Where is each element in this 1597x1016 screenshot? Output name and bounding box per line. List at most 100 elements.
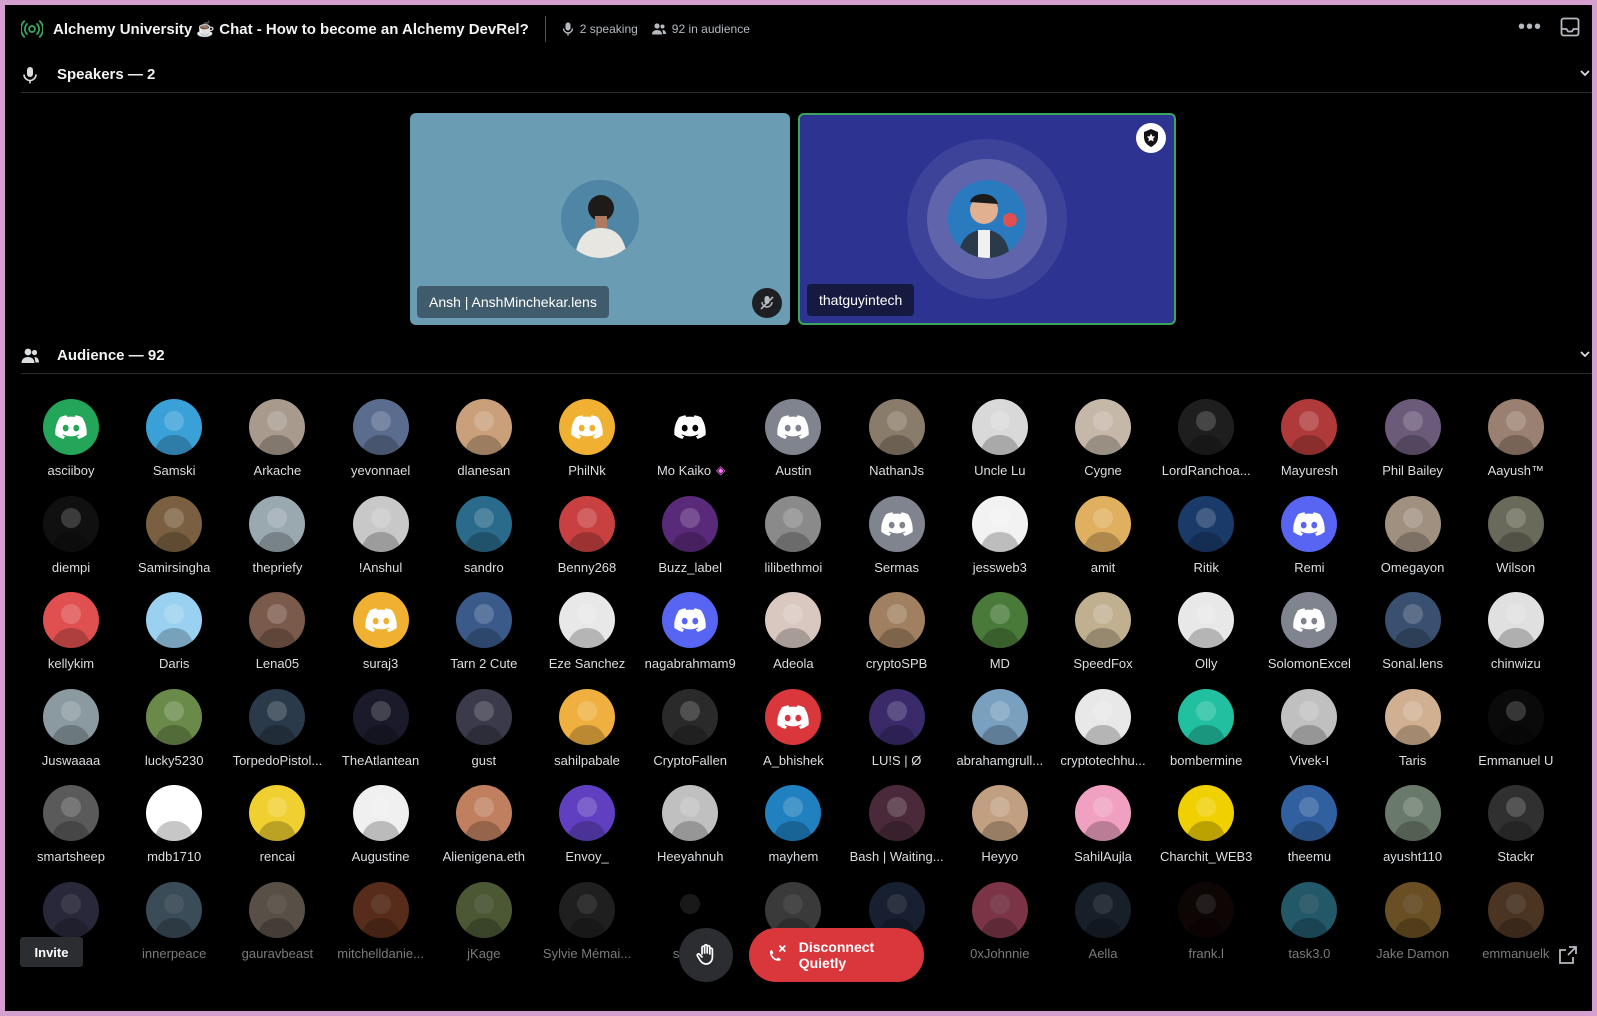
speaker-tile[interactable]: Ansh | AnshMinchekar.lens [410,113,790,325]
more-options-icon[interactable]: ••• [1518,17,1542,37]
speakers-section-header[interactable]: Speakers — 2 [21,57,1592,93]
audience-member[interactable]: Heyyo [948,785,1052,877]
audience-member[interactable]: kellykim [19,592,123,684]
audience-member[interactable]: nagabrahmam9 [638,592,742,684]
audience-member[interactable]: Alienigena.eth [432,785,536,877]
audience-member[interactable]: Lena05 [225,592,329,684]
audience-member[interactable]: Heeyahnuh [638,785,742,877]
audience-member[interactable]: jessweb3 [948,495,1052,588]
audience-member[interactable]: TheAtlantean [329,688,433,781]
audience-member[interactable]: CryptoFallen [638,688,742,781]
audience-member[interactable]: PhilNk [535,399,639,491]
audience-member[interactable]: mitchelldanie... [329,881,433,974]
audience-member[interactable]: cryptotechhu... [1051,688,1155,781]
audience-member[interactable]: Sonal.lens [1361,592,1465,684]
audience-member[interactable]: Tarn 2 Cute [432,592,536,684]
audience-member[interactable]: yevonnael [329,399,433,491]
audience-section-header[interactable]: Audience — 92 [21,338,1592,374]
audience-member[interactable]: Buzz_label [638,495,742,588]
audience-member[interactable]: Envoy_ [535,785,639,877]
audience-member[interactable]: Juswaaaa [19,688,123,781]
audience-member[interactable]: mayhem [741,785,845,877]
speaker-tile-speaking[interactable]: thatguyintech [798,113,1176,325]
invite-button[interactable]: Invite [20,937,83,967]
audience-member[interactable]: Eze Sanchez [535,592,639,684]
audience-member[interactable]: Wilson [1464,495,1568,588]
audience-member[interactable]: diempi [19,495,123,588]
audience-member[interactable]: innerpeace [122,881,226,974]
audience-member[interactable]: chinwizu [1464,592,1568,684]
audience-member[interactable]: Austin [741,399,845,491]
audience-member[interactable]: amit [1051,495,1155,588]
raise-hand-button[interactable] [679,928,733,982]
audience-member[interactable]: jKage [432,881,536,974]
audience-member[interactable]: Bash | Waiting... [845,785,949,877]
audience-member[interactable]: Samski [122,399,226,491]
audience-member[interactable]: sahilpabale [535,688,639,781]
audience-member[interactable]: Olly [1154,592,1258,684]
audience-member[interactable]: mdb1710 [122,785,226,877]
chevron-down-icon[interactable] [1578,66,1592,80]
audience-member[interactable]: cryptoSPB [845,592,949,684]
audience-member[interactable]: SpeedFox [1051,592,1155,684]
audience-member[interactable]: theemu [1257,785,1361,877]
audience-member[interactable]: Uncle Lu [948,399,1052,491]
audience-member[interactable]: lilibethmoi [741,495,845,588]
audience-member[interactable]: bombermine [1154,688,1258,781]
audience-member[interactable]: NathanJs [845,399,949,491]
audience-member[interactable]: Aella [1051,881,1155,974]
audience-member[interactable]: TorpedoPistol... [225,688,329,781]
audience-member[interactable]: Taris [1361,688,1465,781]
audience-member[interactable]: dlanesan [432,399,536,491]
audience-member[interactable]: LU!S | Ø [845,688,949,781]
audience-member[interactable]: SahilAujla [1051,785,1155,877]
audience-member[interactable]: Cygne [1051,399,1155,491]
audience-member[interactable]: Aayush™ [1464,399,1568,491]
inbox-icon[interactable] [1560,17,1580,37]
audience-member[interactable]: sandro [432,495,536,588]
audience-member[interactable]: gauravbeast [225,881,329,974]
audience-member[interactable]: emmanuelk [1464,881,1568,974]
audience-member[interactable]: Stackr [1464,785,1568,877]
speaker-name: thatguyintech [807,284,915,316]
audience-member[interactable]: Remi [1257,495,1361,588]
audience-member[interactable]: Mo Kaiko ◈ [638,399,742,491]
audience-member[interactable]: gust [432,688,536,781]
audience-member[interactable]: Jake Damon [1361,881,1465,974]
audience-member[interactable]: rencai [225,785,329,877]
audience-member[interactable]: Emmanuel U [1464,688,1568,781]
audience-member[interactable]: Benny268 [535,495,639,588]
audience-member[interactable]: task3.0 [1257,881,1361,974]
audience-member[interactable]: Arkache [225,399,329,491]
audience-member[interactable]: MD [948,592,1052,684]
disconnect-quietly-button[interactable]: Disconnect Quietly [749,928,924,982]
audience-member[interactable]: 0xJohnnie [948,881,1052,974]
audience-member[interactable]: abrahamgrull... [948,688,1052,781]
audience-member[interactable]: lucky5230 [122,688,226,781]
audience-member[interactable]: Vivek-I [1257,688,1361,781]
chevron-down-icon[interactable] [1578,347,1592,361]
audience-member[interactable]: smartsheep [19,785,123,877]
audience-member[interactable]: A_bhishek [741,688,845,781]
audience-member[interactable]: frank.l [1154,881,1258,974]
audience-member[interactable]: Charchit_WEB3 [1154,785,1258,877]
audience-member[interactable]: LordRanchoa... [1154,399,1258,491]
audience-member[interactable]: Samirsingha [122,495,226,588]
audience-member[interactable]: Phil Bailey [1361,399,1465,491]
audience-member[interactable]: !Anshul [329,495,433,588]
audience-member[interactable]: suraj3 [329,592,433,684]
audience-member[interactable]: ayusht110 [1361,785,1465,877]
audience-member[interactable]: Ritik [1154,495,1258,588]
audience-member[interactable]: asciiboy [19,399,123,491]
audience-member[interactable]: Adeola [741,592,845,684]
audience-member[interactable]: Sermas [845,495,949,588]
microphone-icon [23,66,37,83]
audience-member[interactable]: Augustine [329,785,433,877]
audience-member[interactable]: Daris [122,592,226,684]
audience-member[interactable]: Mayuresh [1257,399,1361,491]
audience-member[interactable]: thepriefy [225,495,329,588]
popout-icon[interactable] [1558,945,1578,965]
audience-member[interactable]: Omegayon [1361,495,1465,588]
audience-member[interactable]: SolomonExcel [1257,592,1361,684]
audience-member[interactable]: Sylvie Mémai... [535,881,639,974]
